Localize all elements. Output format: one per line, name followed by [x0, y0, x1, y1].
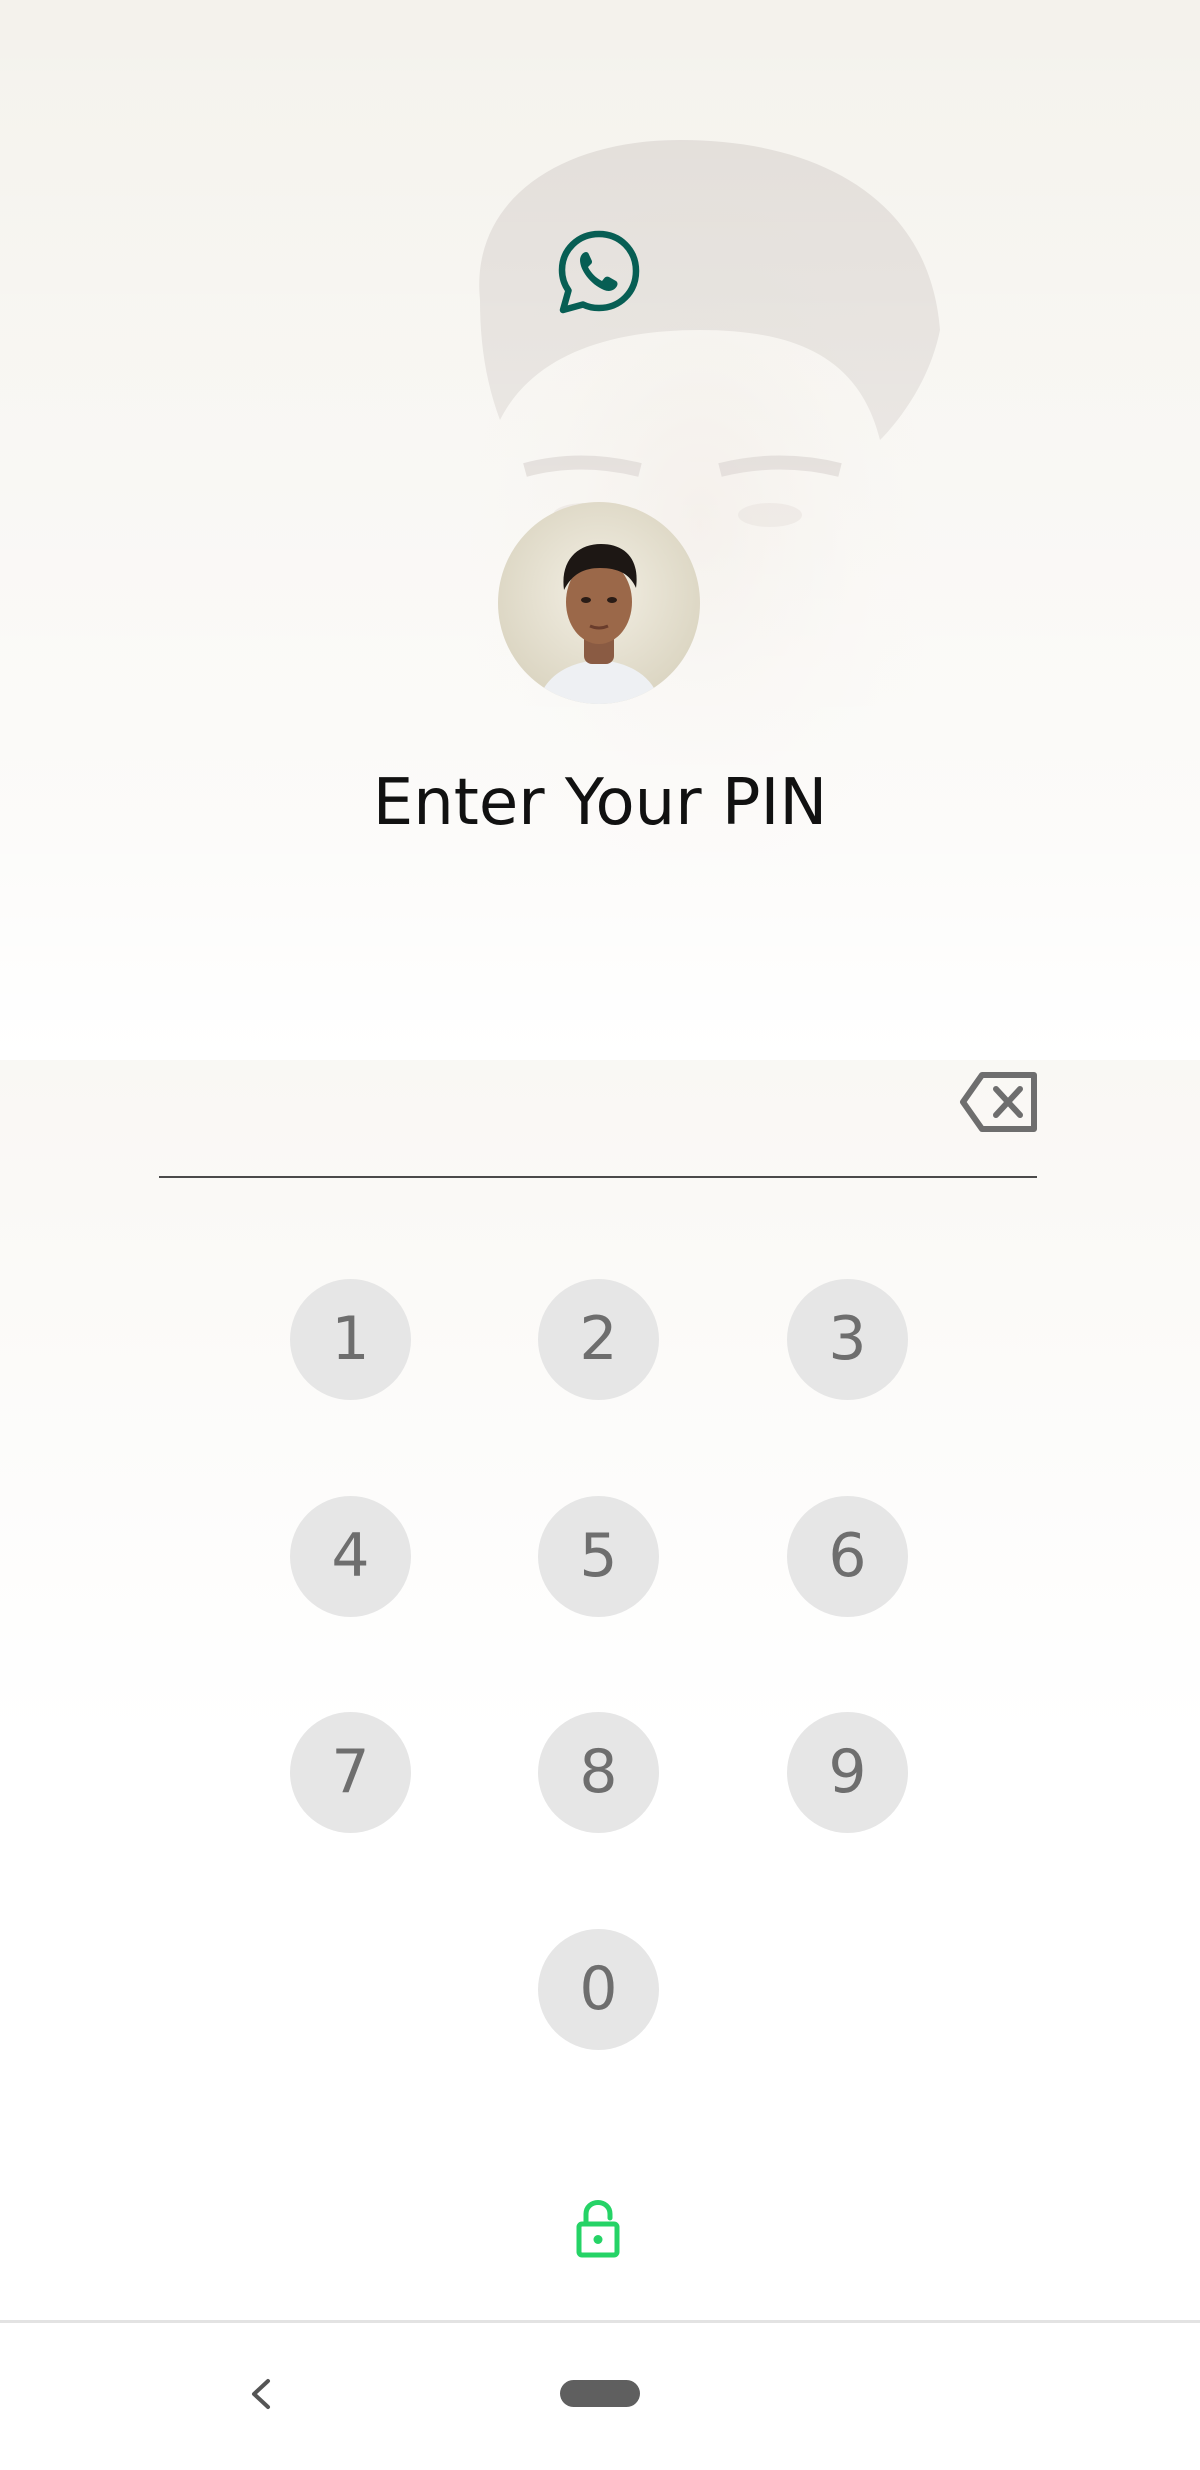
chevron-left-icon[interactable]	[240, 2369, 280, 2419]
lock-screen: Enter Your PIN 1 2 3 4 5 6 7 8 9 0	[0, 0, 1200, 2320]
page-title: Enter Your PIN	[372, 766, 828, 840]
system-nav-bar	[0, 2320, 1200, 2470]
avatar	[498, 502, 700, 704]
keypad-key-0[interactable]: 0	[538, 1929, 659, 2050]
keypad-key-7[interactable]: 7	[290, 1712, 411, 1833]
backspace-icon[interactable]	[958, 1070, 1040, 1134]
keypad-key-4[interactable]: 4	[290, 1496, 411, 1617]
keypad-key-6[interactable]: 6	[787, 1496, 908, 1617]
keypad-key-3[interactable]: 3	[787, 1279, 908, 1400]
keypad-key-5[interactable]: 5	[538, 1496, 659, 1617]
keypad-key-8[interactable]: 8	[538, 1712, 659, 1833]
keypad-key-2[interactable]: 2	[538, 1279, 659, 1400]
avatar-photo	[498, 502, 700, 704]
keypad-key-1[interactable]: 1	[290, 1279, 411, 1400]
home-pill[interactable]	[560, 2380, 640, 2407]
lock-open-icon	[576, 2200, 620, 2258]
whatsapp-icon	[558, 230, 640, 314]
keypad-key-9[interactable]: 9	[787, 1712, 908, 1833]
pin-input[interactable]	[159, 1060, 1037, 1178]
